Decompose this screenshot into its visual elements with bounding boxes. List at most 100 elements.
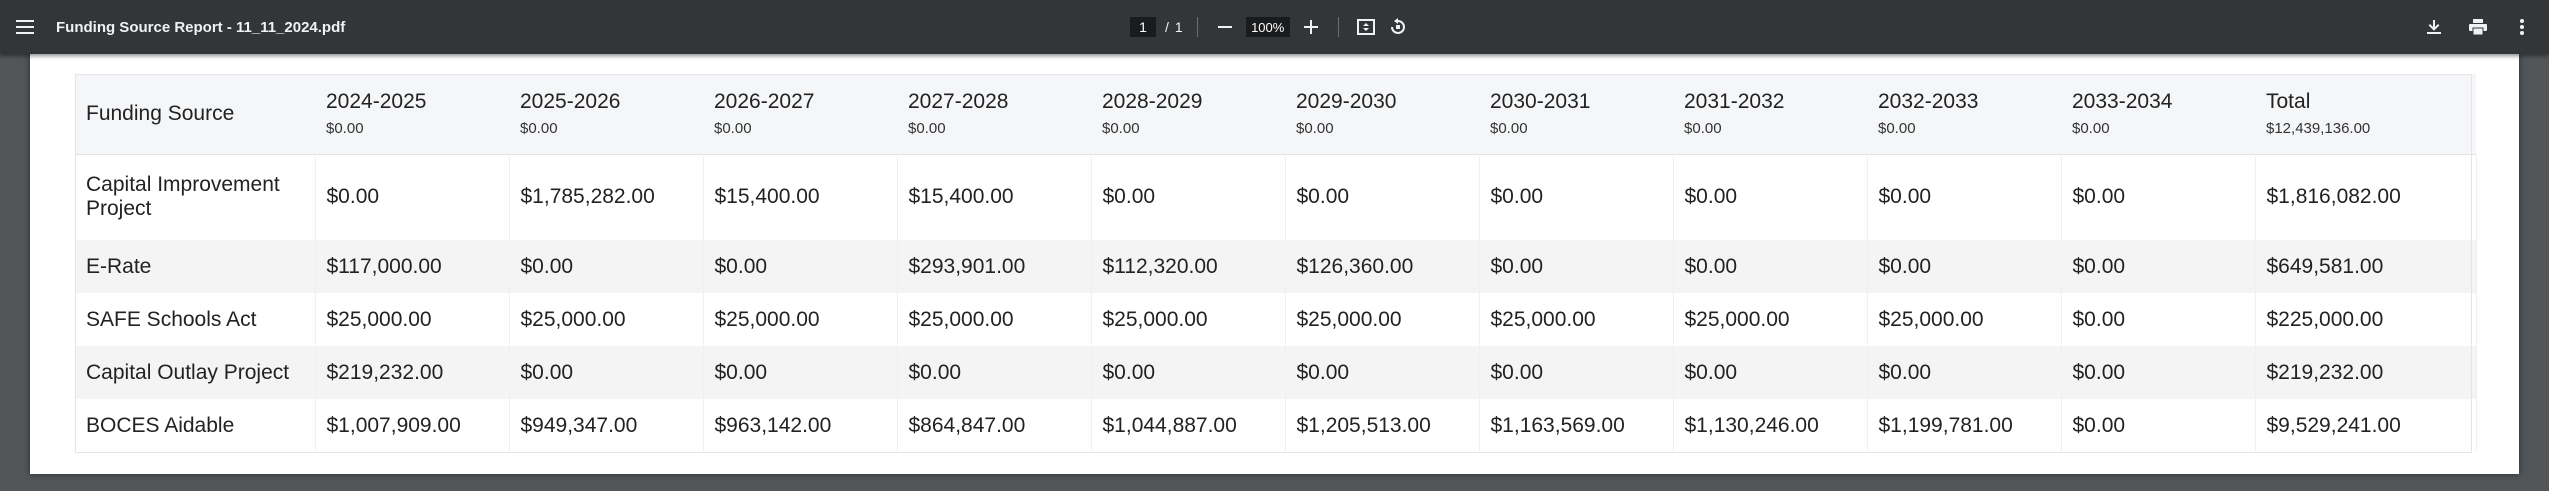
amount-cell: $0.00 (703, 240, 898, 293)
total-pages: 1 (1174, 19, 1183, 35)
amount-cell: $25,000.00 (1285, 293, 1480, 346)
funding-source-cell: Capital Outlay Project (75, 346, 316, 399)
header-column: 2024-2025 $0.00 (315, 74, 509, 154)
amount-cell: $0.00 (1673, 240, 1868, 293)
page-separator: / (1165, 19, 1169, 35)
plus-icon[interactable] (1298, 14, 1324, 40)
header-year: 2025-2026 (520, 90, 621, 114)
header-year: 2028-2029 (1102, 90, 1203, 114)
rotate-icon[interactable] (1385, 14, 1411, 40)
table-row: SAFE Schools Act $25,000.00 $25,000.00 $25,… (75, 293, 2477, 346)
amount-cell: $1,205,513.00 (1285, 399, 1480, 452)
header-year: 2024-2025 (326, 90, 427, 114)
header-total: $0.00 (520, 120, 558, 138)
amount-cell: $293,901.00 (897, 240, 1092, 293)
amount-cell: $1,199,781.00 (1867, 399, 2062, 452)
amount-cell: $949,347.00 (509, 399, 704, 452)
header-year: 2032-2033 (1878, 90, 1979, 114)
amount-cell: $0.00 (1867, 240, 2062, 293)
table-row: BOCES Aidable $1,007,909.00 $949,347.00 $96… (75, 399, 2477, 452)
funding-source-cell: E-Rate (75, 240, 316, 293)
amount-cell: $15,400.00 (703, 154, 898, 240)
funding-source-table: Funding Source 2024-2025 $0.00 2025-2026 $0… (75, 74, 2477, 452)
header-funding-source: Funding Source (86, 101, 235, 125)
amount-cell: $1,163,569.00 (1479, 399, 1674, 452)
amount-cell: $25,000.00 (1479, 293, 1674, 346)
more-vert-icon[interactable] (2509, 14, 2535, 40)
fit-page-icon[interactable] (1353, 14, 1379, 40)
print-icon[interactable] (2465, 14, 2491, 40)
amount-cell: $1,816,082.00 (2255, 154, 2477, 240)
amount-cell: $0.00 (1285, 154, 1480, 240)
page-number-input[interactable] (1130, 17, 1156, 37)
header-column: 2030-2031 $0.00 (1479, 74, 1673, 154)
amount-cell: $126,360.00 (1285, 240, 1480, 293)
amount-cell: $219,232.00 (315, 346, 510, 399)
amount-cell: $1,130,246.00 (1673, 399, 1868, 452)
download-icon[interactable] (2421, 14, 2447, 40)
header-column: 2028-2029 $0.00 (1091, 74, 1285, 154)
amount-cell: $0.00 (1479, 240, 1674, 293)
amount-cell: $0.00 (2061, 346, 2256, 399)
menu-icon[interactable] (12, 14, 38, 40)
header-year: 2026-2027 (714, 90, 815, 114)
amount-cell: $1,785,282.00 (509, 154, 704, 240)
header-year: 2030-2031 (1490, 90, 1591, 114)
amount-cell: $25,000.00 (509, 293, 704, 346)
amount-cell: $0.00 (1867, 154, 2062, 240)
table-body: Capital Improvement Project $0.00 $1,785,2… (75, 154, 2477, 452)
header-total: $0.00 (1102, 120, 1140, 138)
amount-cell: $1,044,887.00 (1091, 399, 1286, 452)
header-total: $0.00 (326, 120, 364, 138)
header-column: 2026-2027 $0.00 (703, 74, 897, 154)
amount-cell: $112,320.00 (1091, 240, 1286, 293)
funding-source-cell: Capital Improvement Project (75, 154, 316, 240)
toolbar-center: / 1 (1130, 0, 1411, 54)
header-total: $0.00 (1490, 120, 1528, 138)
funding-source-cell: SAFE Schools Act (75, 293, 316, 346)
header-total: $0.00 (1878, 120, 1916, 138)
amount-cell: $225,000.00 (2255, 293, 2477, 346)
amount-cell: $15,400.00 (897, 154, 1092, 240)
amount-cell: $0.00 (1673, 346, 1868, 399)
header-total: $0.00 (1296, 120, 1334, 138)
header-column: 2029-2030 $0.00 (1285, 74, 1479, 154)
header-total: $12,439,136.00 (2266, 120, 2371, 138)
header-total: $0.00 (1684, 120, 1722, 138)
header-total: $0.00 (714, 120, 752, 138)
zoom-input[interactable] (1245, 17, 1290, 37)
funding-source-cell: BOCES Aidable (75, 399, 316, 452)
header-column: 2027-2028 $0.00 (897, 74, 1091, 154)
amount-cell: $0.00 (2061, 240, 2256, 293)
amount-cell: $963,142.00 (703, 399, 898, 452)
amount-cell: $0.00 (509, 346, 704, 399)
amount-cell: $9,529,241.00 (2255, 399, 2477, 452)
amount-cell: $0.00 (1091, 154, 1286, 240)
toolbar-divider (1196, 17, 1198, 37)
table-row: E-Rate $117,000.00 $0.00 $0.00 $293,901.00 $1… (75, 240, 2477, 293)
amount-cell: $219,232.00 (2255, 346, 2477, 399)
amount-cell: $0.00 (1091, 346, 1286, 399)
header-column: 2032-2033 $0.00 (1867, 74, 2061, 154)
amount-cell: $1,007,909.00 (315, 399, 510, 452)
amount-cell: $0.00 (2061, 399, 2256, 452)
amount-cell: $0.00 (1479, 346, 1674, 399)
amount-cell: $864,847.00 (897, 399, 1092, 452)
amount-cell: $25,000.00 (897, 293, 1092, 346)
amount-cell: $25,000.00 (1867, 293, 2062, 346)
pdf-page: Funding Source 2024-2025 $0.00 2025-2026 $0… (30, 54, 2519, 474)
minus-icon[interactable] (1212, 14, 1238, 40)
document-title: Funding Source Report - 11_11_2024.pdf (56, 18, 346, 36)
pdf-toolbar: Funding Source Report - 11_11_2024.pdf /… (0, 0, 2549, 54)
amount-cell: $0.00 (897, 346, 1092, 399)
table-header-row: Funding Source 2024-2025 $0.00 2025-2026 $0… (75, 74, 2476, 154)
header-column: 2025-2026 $0.00 (509, 74, 703, 154)
amount-cell: $0.00 (2061, 293, 2256, 346)
header-total: $0.00 (908, 120, 946, 138)
header-total: $0.00 (2072, 120, 2110, 138)
header-year: 2031-2032 (1684, 90, 1785, 114)
amount-cell: $0.00 (1867, 346, 2062, 399)
header-year: 2027-2028 (908, 90, 1009, 114)
amount-cell: $0.00 (703, 346, 898, 399)
amount-cell: $0.00 (315, 154, 510, 240)
